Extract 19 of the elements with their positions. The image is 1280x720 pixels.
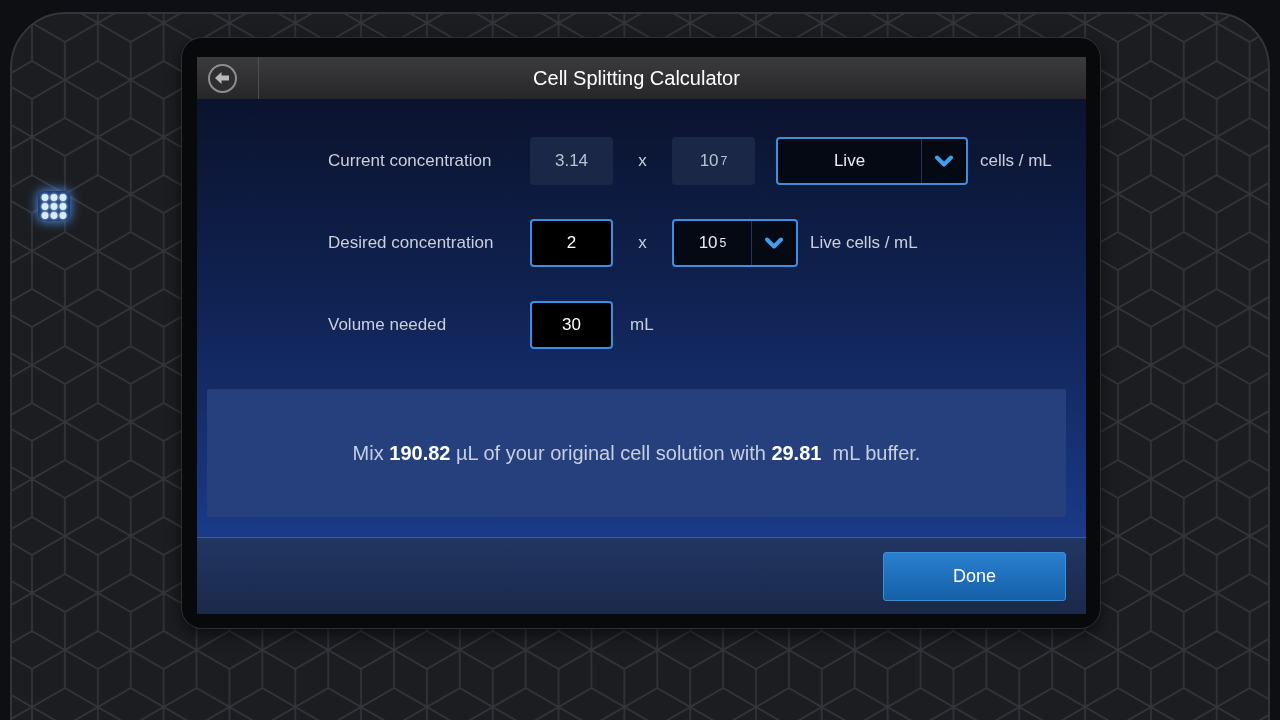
input-field[interactable]: 30 bbox=[530, 301, 613, 349]
chevron-down-icon bbox=[935, 155, 953, 167]
field-label: Desired concentration bbox=[328, 233, 495, 253]
chevron-down-icon bbox=[765, 237, 783, 249]
done-button[interactable]: Done bbox=[883, 552, 1066, 601]
readonly-field: 3.14 bbox=[530, 137, 613, 185]
dropdown[interactable]: Live bbox=[776, 137, 968, 185]
arrow-left-icon bbox=[215, 72, 229, 84]
field-label: Current concentration bbox=[328, 151, 493, 171]
back-button[interactable] bbox=[207, 63, 237, 93]
unit-label: mL bbox=[630, 315, 654, 335]
unit-label: cells / mL bbox=[980, 151, 1052, 171]
screen-title: Cell Splitting Calculator bbox=[533, 66, 740, 90]
times-sign: x bbox=[637, 233, 648, 253]
field-label: Volume needed bbox=[328, 315, 448, 335]
input-field[interactable]: 2 bbox=[530, 219, 613, 267]
result-text: Mix 190.82 µL of your original cell solution with 29.81 mL buffer. bbox=[352, 441, 921, 465]
unit-label: Live cells / mL bbox=[810, 233, 918, 253]
times-sign: x bbox=[637, 151, 648, 171]
